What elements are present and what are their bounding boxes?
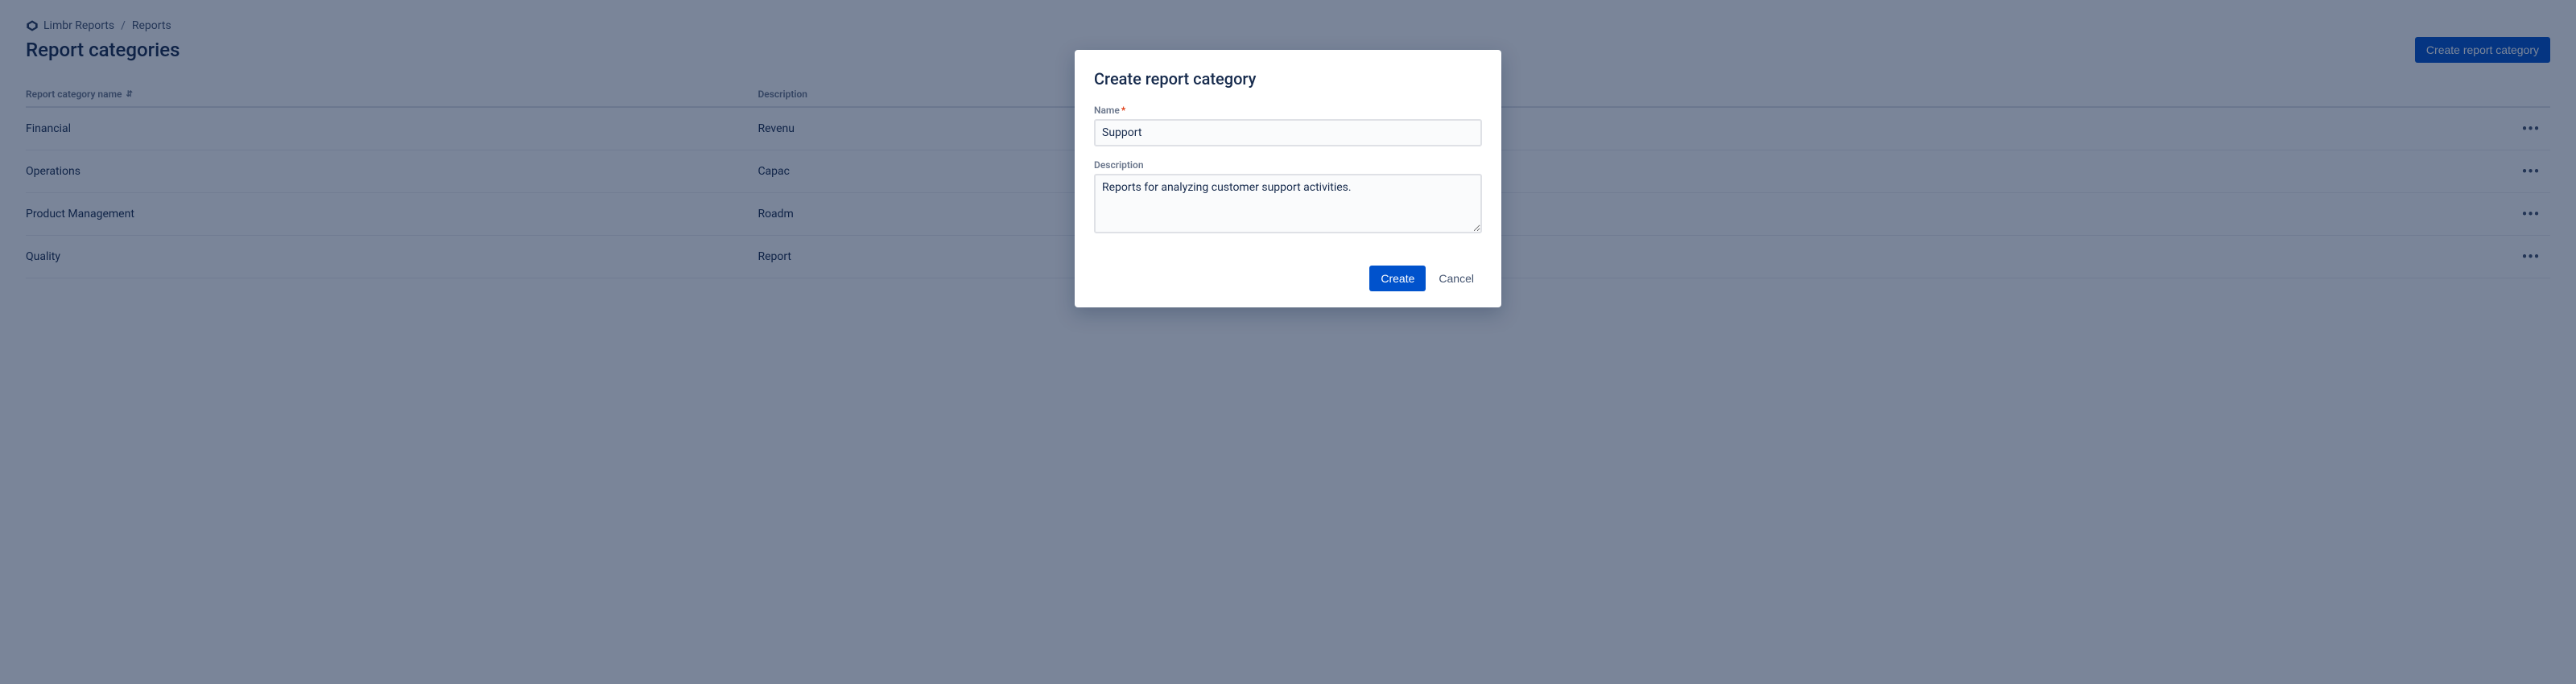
name-label-text: Name bbox=[1094, 105, 1120, 116]
required-indicator: * bbox=[1121, 105, 1125, 116]
modal-title: Create report category bbox=[1094, 69, 1482, 89]
modal-cancel-button[interactable]: Cancel bbox=[1430, 266, 1482, 291]
modal-create-button[interactable]: Create bbox=[1369, 266, 1426, 291]
field-description: Description Reports for analyzing custom… bbox=[1094, 159, 1482, 237]
field-name: Name* bbox=[1094, 105, 1482, 146]
name-label: Name* bbox=[1094, 105, 1482, 116]
description-textarea[interactable]: Reports for analyzing customer support a… bbox=[1094, 174, 1482, 233]
description-label: Description bbox=[1094, 159, 1482, 171]
name-input[interactable] bbox=[1094, 119, 1482, 146]
modal-overlay[interactable]: Create report category Name* Description… bbox=[0, 0, 2576, 684]
modal-actions: Create Cancel bbox=[1094, 266, 1482, 291]
create-category-modal: Create report category Name* Description… bbox=[1075, 50, 1501, 307]
